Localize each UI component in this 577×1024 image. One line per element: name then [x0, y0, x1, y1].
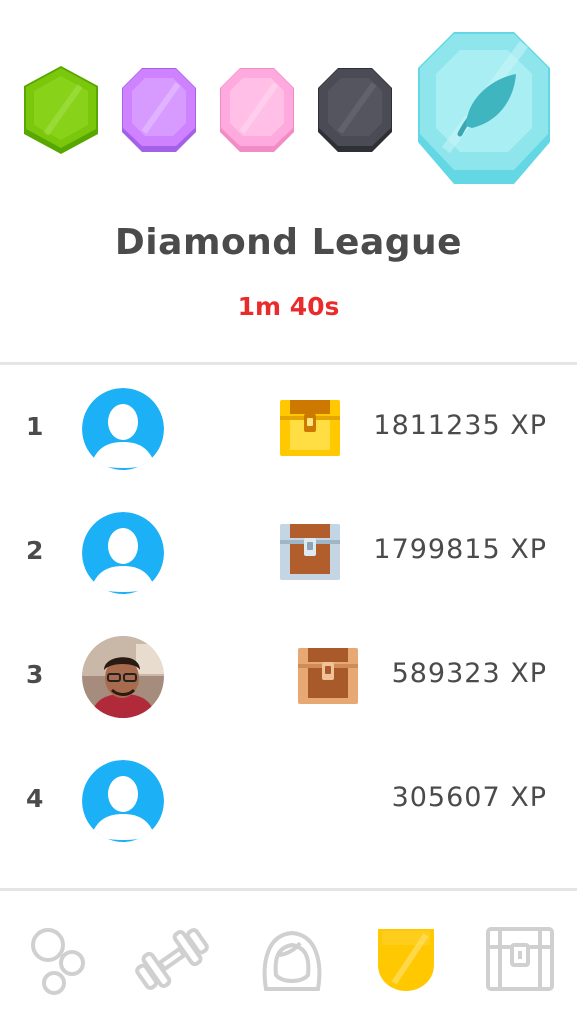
rank-number: 4 [26, 784, 44, 813]
profile-icon[interactable] [252, 919, 332, 999]
bronze-chest-icon [298, 648, 358, 704]
user-photo-icon [82, 636, 164, 718]
avatar [82, 512, 164, 594]
rank-number: 1 [26, 412, 44, 441]
divider [0, 362, 577, 365]
leaderboard-row[interactable]: 1 1811235 XP [0, 368, 577, 492]
obsidian-league-badge-icon [318, 68, 392, 152]
league-title: Diamond League [114, 222, 463, 263]
league-timer: 1m 40s [237, 292, 340, 321]
diamond-league-badge-icon [418, 32, 550, 184]
amethyst-league-badge-icon [122, 68, 196, 152]
rank-number: 3 [26, 660, 44, 689]
leaderboard-row[interactable]: 4 305607 XP [0, 740, 577, 864]
league-badges [0, 0, 577, 200]
avatar [82, 760, 164, 842]
bottom-tab-bar [0, 891, 577, 1024]
default-user-icon [82, 512, 164, 594]
avatar-photo [82, 636, 164, 718]
silver-chest-icon [280, 524, 340, 580]
leaderboard-icon[interactable] [372, 919, 452, 999]
xp-value: 1799815 XP [373, 534, 547, 565]
rank-number: 2 [26, 536, 44, 565]
avatar [82, 388, 164, 470]
default-user-icon [82, 760, 164, 842]
leaderboard-row[interactable]: 2 1799815 XP [0, 492, 577, 616]
xp-value: 305607 XP [391, 782, 547, 813]
gold-chest-icon [280, 400, 340, 456]
shop-icon[interactable] [482, 919, 562, 999]
emerald-league-badge-icon [24, 66, 98, 154]
pearl-league-badge-icon [220, 68, 294, 152]
learn-icon[interactable] [18, 919, 98, 999]
practice-icon[interactable] [132, 919, 212, 999]
xp-value: 1811235 XP [373, 410, 547, 441]
leaderboard-row[interactable]: 3 589323 XP [0, 616, 577, 740]
default-user-icon [82, 388, 164, 470]
xp-value: 589323 XP [391, 658, 547, 689]
